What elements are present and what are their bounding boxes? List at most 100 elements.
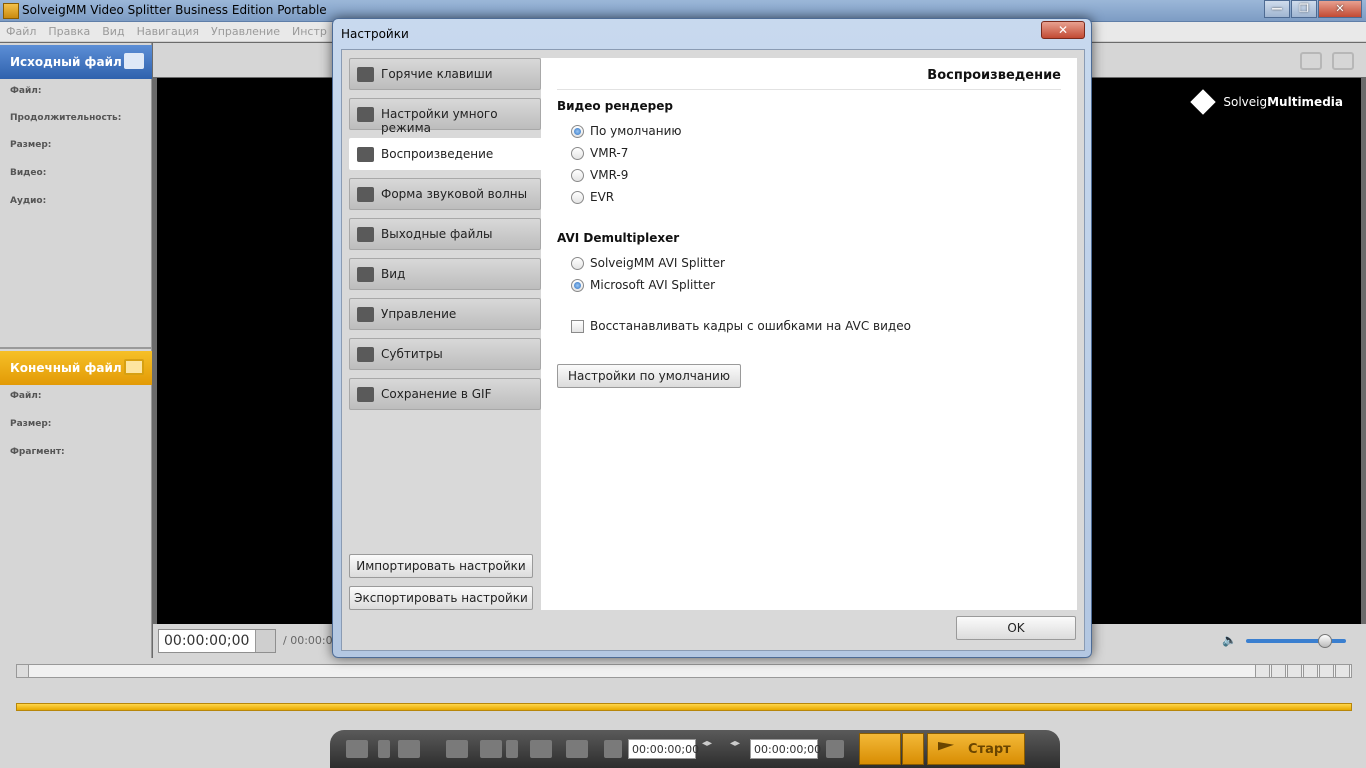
zoom-all-icon[interactable] [1335,664,1350,678]
comment-icon[interactable] [480,740,502,758]
volume-icon[interactable]: 🔈 [1222,633,1238,647]
demux-option-solveig[interactable]: SolveigMM AVI Splitter [571,256,725,270]
menu-tools[interactable]: Инстр [286,22,333,41]
speaker-icon [357,187,374,202]
source-field-file: Файл: [10,86,42,96]
radio-icon[interactable] [571,190,584,204]
marker-dropdown-icon[interactable] [378,740,390,758]
source-field-audio: Аудио: [10,196,47,206]
menu-file[interactable]: Файл [0,22,42,41]
flag-icon [938,742,954,751]
position-timecode-value: 00:00:00;00 [164,633,250,649]
comment-dropdown-icon[interactable] [506,740,518,758]
remove-marker-icon[interactable] [398,740,420,758]
nav-playback[interactable]: Воспроизведение [349,138,547,170]
start-button-label: Старт [968,742,1011,757]
subtitles-icon [357,347,374,362]
bottom-toolbar-panel: 00:00:00;00 ◂▸ ◂▸ 00:00:00;00 Старт [330,730,1060,768]
radio-icon[interactable] [571,168,584,182]
demux-option-microsoft[interactable]: Microsoft AVI Splitter [571,278,715,292]
end-time-spinner[interactable]: ◂▸ [730,738,740,758]
volume-knob[interactable] [1318,634,1332,648]
solveig-logo-icon [1190,89,1217,115]
nav-smart-mode-label: Настройки умного режима [381,107,498,135]
pause-scroll-icon[interactable] [1255,664,1270,678]
nav-output-files-label: Выходные файлы [381,227,493,241]
start-time-spinner[interactable]: ◂▸ [702,738,712,758]
timeline-track[interactable] [16,703,1352,711]
nav-waveform[interactable]: Форма звуковой волны [349,178,541,210]
minimize-button[interactable]: — [1264,0,1290,18]
brand-prefix: Solveig [1223,95,1268,109]
zoom-in-icon[interactable] [1303,664,1318,678]
nav-subtitles-label: Субтитры [381,347,443,361]
checkbox-icon[interactable] [571,319,584,333]
ok-button[interactable]: OK [956,616,1076,640]
scroll-left-button[interactable] [17,665,29,677]
export-settings-button[interactable]: Экспортировать настройки [349,586,533,610]
mute-icon[interactable] [566,740,588,758]
renderer-option-default[interactable]: По умолчанию [571,124,682,138]
wrench-icon [357,307,374,322]
renderer-option-evr[interactable]: EVR [571,190,614,204]
timeline-scrollbar[interactable] [16,664,1352,678]
nav-hotkeys[interactable]: Горячие клавиши [349,58,541,90]
demux-option-microsoft-label: Microsoft AVI Splitter [590,278,716,292]
nav-smart-mode[interactable]: Настройки умного режима [349,98,541,135]
output-field-size: Размер: [10,419,52,429]
nav-view-label: Вид [381,267,406,281]
open-folder-icon[interactable] [124,53,144,69]
nav-gif[interactable]: Сохранение в GIF [349,378,541,410]
maximize-button[interactable]: ❐ [1291,0,1317,18]
set-end-icon[interactable] [826,740,844,758]
snapshot-icon[interactable] [1300,52,1322,70]
dialog-close-button[interactable]: ✕ [1041,21,1085,39]
radio-icon[interactable] [571,256,584,270]
nav-waveform-label: Форма звуковой волны [381,187,528,201]
end-time-field[interactable]: 00:00:00;00 [750,739,821,759]
thumb-up-icon[interactable] [446,740,468,758]
split-button[interactable] [859,733,901,765]
menu-edit[interactable]: Правка [42,22,96,41]
output-file-title: Конечный файл [10,361,122,375]
set-start-icon[interactable] [604,740,622,758]
radio-selected-icon[interactable] [571,124,584,138]
radio-selected-icon[interactable] [571,278,584,292]
radio-icon[interactable] [571,146,584,160]
menu-control[interactable]: Управление [205,22,286,41]
nav-view[interactable]: Вид [349,258,541,290]
default-settings-button[interactable]: Настройки по умолчанию [557,364,741,388]
renderer-option-vmr7[interactable]: VMR-7 [571,146,628,160]
close-button[interactable]: ✕ [1318,0,1362,18]
source-field-video: Видео: [10,168,47,178]
zoom-out-icon[interactable] [1287,664,1302,678]
save-file-icon[interactable] [124,359,144,375]
nav-output-files[interactable]: Выходные файлы [349,218,541,250]
nav-hotkeys-label: Горячие клавиши [381,67,493,81]
nav-subtitles[interactable]: Субтитры [349,338,541,370]
bottom-toolbar: 00:00:00;00 ◂▸ ◂▸ 00:00:00;00 Старт [0,728,1366,768]
crop-icon[interactable] [530,740,552,758]
settings-nav: Горячие клавиши Настройки умного режима … [349,58,547,418]
menu-view[interactable]: Вид [96,22,130,41]
timecode-spinner[interactable] [255,630,275,652]
clear-icon[interactable] [1332,52,1354,70]
scroll-right-icon[interactable] [1271,664,1286,678]
dialog-title: Настройки [341,27,409,41]
restore-frames-option[interactable]: Восстанавливать кадры с ошибками на AVC … [571,319,911,333]
app-icon [3,3,19,19]
nav-control[interactable]: Управление [349,298,541,330]
zoom-fit-icon[interactable] [1319,664,1334,678]
start-button[interactable]: Старт [927,733,1025,765]
add-marker-icon[interactable] [346,740,368,758]
position-timecode[interactable]: 00:00:00;00 [158,629,276,653]
demux-option-solveig-label: SolveigMM AVI Splitter [590,256,725,270]
pane-divider [557,89,1061,90]
start-time-field[interactable]: 00:00:00;00 [628,739,699,759]
import-settings-button[interactable]: Импортировать настройки [349,554,533,578]
playback-icon [357,147,374,162]
output-field-fragment: Фрагмент: [10,447,65,457]
menu-navigation[interactable]: Навигация [131,22,205,41]
renderer-option-vmr9[interactable]: VMR-9 [571,168,628,182]
split-dropdown-button[interactable] [902,733,924,765]
